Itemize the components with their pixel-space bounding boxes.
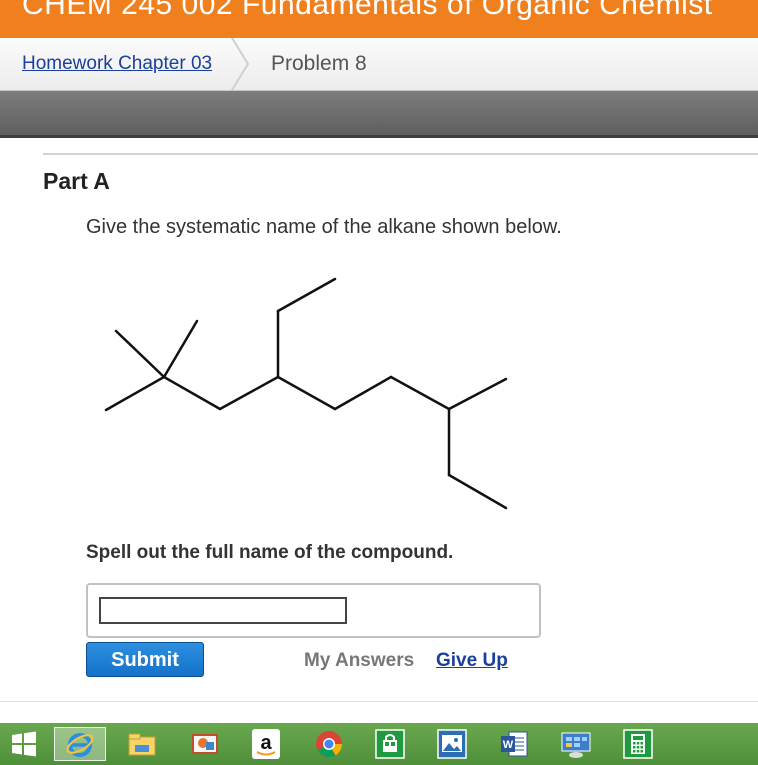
control-panel-icon[interactable] xyxy=(556,727,596,761)
photo-app-icon[interactable] xyxy=(185,727,225,761)
amazon-icon[interactable]: a xyxy=(246,727,286,761)
my-answers-link[interactable]: My Answers xyxy=(304,650,414,672)
compound-name-input[interactable] xyxy=(99,597,347,624)
alkane-skeletal-structure xyxy=(104,277,508,510)
content-bottom-divider xyxy=(0,701,758,702)
answer-container xyxy=(86,583,541,638)
course-title-bar: CHEM 245 002 Fundamentals of Organic Che… xyxy=(0,0,758,38)
store-icon[interactable] xyxy=(370,727,410,761)
svg-text:a: a xyxy=(260,732,272,754)
internet-explorer-icon[interactable] xyxy=(54,727,106,761)
word-icon[interactable]: W xyxy=(494,727,534,761)
file-explorer-icon[interactable] xyxy=(122,727,162,761)
windows-taskbar: a W xyxy=(0,723,758,765)
part-divider xyxy=(43,153,758,155)
chrome-icon[interactable] xyxy=(309,727,349,761)
windows-start-icon[interactable] xyxy=(4,727,44,761)
question-prompt: Give the systematic name of the alkane s… xyxy=(86,216,562,238)
breadcrumb: Homework Chapter 03 Problem 8 xyxy=(0,38,758,91)
course-title: CHEM 245 002 Fundamentals of Organic Che… xyxy=(22,0,713,21)
problem-toolbar xyxy=(0,91,758,138)
breadcrumb-separator-icon xyxy=(231,38,250,90)
svg-text:W: W xyxy=(503,739,514,751)
answer-instruction: Spell out the full name of the compound. xyxy=(86,542,454,563)
submit-button[interactable]: Submit xyxy=(86,642,204,677)
breadcrumb-homework-link[interactable]: Homework Chapter 03 xyxy=(22,53,212,75)
breadcrumb-current-problem: Problem 8 xyxy=(271,52,367,75)
part-title: Part A xyxy=(43,168,110,194)
photos-icon[interactable] xyxy=(432,727,472,761)
calculator-icon[interactable] xyxy=(618,727,658,761)
give-up-link[interactable]: Give Up xyxy=(436,650,508,672)
